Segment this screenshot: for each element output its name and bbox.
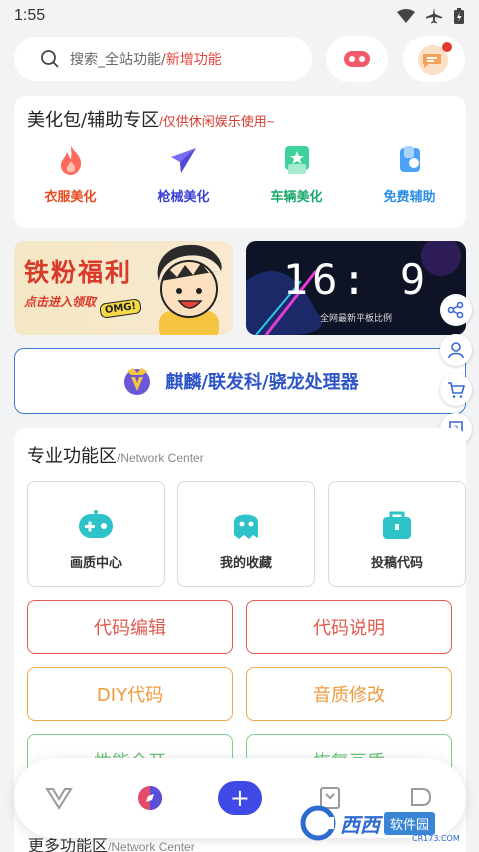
- code-explain-button[interactable]: 代码说明: [246, 600, 452, 654]
- v-logo-icon: [45, 788, 74, 810]
- tile-label: 我的收藏: [219, 556, 272, 571]
- omg-badge: OMG!: [99, 298, 143, 319]
- send-icon: [170, 148, 196, 173]
- beautify-label: 枪械美化: [157, 190, 210, 205]
- beautify-item-vehicles[interactable]: 车辆美化: [240, 142, 353, 205]
- beautify-item-guns[interactable]: 枪械美化: [127, 142, 240, 205]
- fire-icon: [60, 146, 81, 175]
- banner-subtitle: 点击进入领取: [24, 295, 97, 309]
- sound-quality-button[interactable]: 音质修改: [246, 667, 452, 721]
- game-button[interactable]: [326, 36, 388, 82]
- fan-welfare-banner[interactable]: 铁粉福利 点击进入领取 OMG!: [14, 241, 233, 335]
- ghost-icon: [234, 514, 258, 539]
- beautify-label: 衣服美化: [44, 190, 97, 205]
- tile-favorites[interactable]: 我的收藏: [177, 481, 315, 587]
- status-icons: [397, 7, 465, 25]
- nav-discover[interactable]: [128, 776, 172, 820]
- nav-home[interactable]: [37, 776, 81, 820]
- user-button[interactable]: [440, 334, 472, 366]
- gamepad-icon: [344, 51, 370, 67]
- processor-label: 麒麟/联发科/骁龙处理器: [165, 372, 359, 393]
- tile-label: 投稿代码: [370, 556, 423, 571]
- nav-add-button[interactable]: +: [217, 776, 262, 820]
- compass-icon: [137, 786, 162, 810]
- share-button[interactable]: [440, 294, 472, 326]
- beautify-item-clothes[interactable]: 衣服美化: [14, 142, 127, 205]
- section-title: 专业功能区/Network Center: [27, 446, 204, 467]
- beautify-label: 车辆美化: [270, 190, 323, 205]
- cart-button[interactable]: [440, 374, 472, 406]
- airplane-icon: [426, 8, 442, 24]
- gamepad-icon: [79, 510, 113, 538]
- code-edit-button[interactable]: 代码编辑: [27, 600, 233, 654]
- search-placeholder: 搜索_全站功能/新增功能: [70, 52, 222, 68]
- battery-icon: [454, 8, 464, 24]
- beautify-section: 美化包/辅助专区/仅供休闲娱乐使用~ 衣服美化 枪械美化 车辆美化 免费辅助: [14, 96, 466, 228]
- tile-label: 画质中心: [69, 556, 122, 571]
- banner-title: 铁粉福利: [24, 258, 133, 287]
- status-time: 1:55: [14, 7, 46, 24]
- search-input[interactable]: 搜索_全站功能/新增功能: [14, 37, 312, 81]
- share-icon: [447, 301, 464, 319]
- search-icon: [41, 50, 59, 68]
- message-icon: [418, 42, 452, 75]
- status-bar: 1:55: [0, 0, 479, 32]
- banner-caption: 全网最新平板比例: [319, 314, 392, 324]
- assist-icon: [399, 146, 420, 172]
- processor-button[interactable]: 麒麟/联发科/骁龙处理器: [14, 348, 466, 414]
- cartoon-boy-illustration: [157, 244, 222, 335]
- tile-quality-center[interactable]: 画质中心: [27, 481, 165, 587]
- user-icon: [448, 342, 464, 359]
- section-title: 美化包/辅助专区/仅供休闲娱乐使用~: [27, 110, 275, 131]
- diy-code-button[interactable]: DIY代码: [27, 667, 233, 721]
- beautify-item-assist[interactable]: 免费辅助: [353, 142, 466, 205]
- message-button[interactable]: [403, 36, 465, 82]
- cart-icon: [448, 382, 465, 398]
- watermark-logo: 西西 软件园 CR173.COM: [300, 800, 468, 846]
- v-badge-icon: [124, 368, 151, 395]
- wifi-icon: [397, 9, 415, 23]
- tile-submit-code[interactable]: 投稿代码: [328, 481, 466, 587]
- briefcase-icon: [383, 511, 411, 539]
- cr-logo-icon: [300, 805, 336, 841]
- star-box-icon: [284, 146, 309, 174]
- ratio-clock: 16: 9: [282, 255, 430, 304]
- beautify-label: 免费辅助: [383, 190, 436, 205]
- tablet-ratio-banner[interactable]: 16: 9 全网最新平板比例: [246, 241, 466, 335]
- add-icon: +: [217, 781, 262, 815]
